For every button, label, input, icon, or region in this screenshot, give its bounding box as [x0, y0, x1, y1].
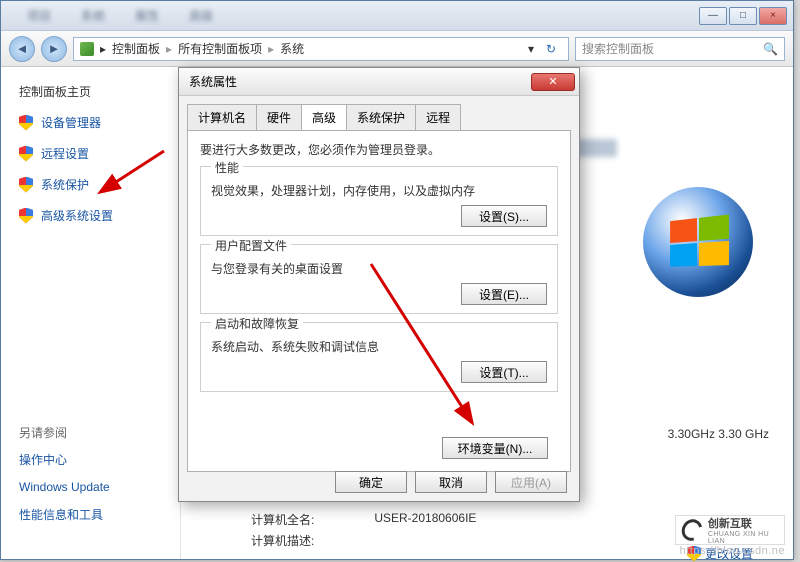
group-performance: 性能 视觉效果，处理器计划，内存使用，以及虚拟内存 设置(S)...	[200, 166, 558, 236]
shield-icon	[19, 208, 33, 224]
system-properties-dialog: 系统属性 ✕ 计算机名 硬件 高级 系统保护 远程 要进行大多数更改，您必须作为…	[178, 67, 580, 502]
admin-notice: 要进行大多数更改，您必须作为管理员登录。	[200, 141, 558, 158]
ok-button[interactable]: 确定	[335, 471, 407, 493]
search-placeholder: 搜索控制面板	[582, 40, 654, 57]
toolbar: ◄ ► ▸ 控制面板 ▸ 所有控制面板项 ▸ 系统 ▾ ↻ 搜索控制面板 🔍	[1, 31, 793, 67]
brand-c-icon	[678, 516, 706, 545]
startup-settings-button[interactable]: 设置(T)...	[461, 361, 547, 383]
profiles-settings-button[interactable]: 设置(E)...	[461, 283, 547, 305]
control-panel-window: 项目系统属性高级 — □ × ◄ ► ▸ 控制面板 ▸ 所有控制面板项 ▸ 系统…	[0, 0, 794, 560]
forward-button[interactable]: ►	[41, 36, 67, 62]
shield-icon	[19, 146, 33, 162]
tab-remote[interactable]: 远程	[415, 104, 461, 130]
group-user-profiles: 用户配置文件 与您登录有关的桌面设置 设置(E)...	[200, 244, 558, 314]
sidebar-item-advanced[interactable]: 高级系统设置	[19, 207, 180, 224]
tab-protection[interactable]: 系统保护	[346, 104, 416, 130]
breadcrumb-root[interactable]: 控制面板	[112, 40, 160, 57]
search-icon: 🔍	[763, 42, 778, 56]
shield-icon	[19, 177, 33, 193]
shield-icon	[19, 115, 33, 131]
cancel-button[interactable]: 取消	[415, 471, 487, 493]
dialog-button-row: 确定 取消 应用(A)	[335, 471, 567, 493]
sidebar-heading: 控制面板主页	[19, 83, 180, 100]
apply-button[interactable]: 应用(A)	[495, 471, 567, 493]
brand-logo: 创新互联 CHUANG XIN HU LIAN	[675, 515, 785, 545]
control-panel-icon	[80, 42, 94, 56]
tab-hardware[interactable]: 硬件	[256, 104, 302, 130]
watermark: https://blog.csdn.ne	[680, 545, 785, 557]
address-bar[interactable]: ▸ 控制面板 ▸ 所有控制面板项 ▸ 系统 ▾ ↻	[73, 37, 569, 61]
link-performance[interactable]: 性能信息和工具	[19, 506, 180, 523]
dialog-close-button[interactable]: ✕	[531, 73, 575, 91]
breadcrumb-leaf[interactable]: 系统	[280, 40, 304, 57]
maximize-button[interactable]: □	[729, 7, 757, 25]
titlebar-blur-text: 项目系统属性高级	[7, 7, 697, 24]
dialog-title: 系统属性	[189, 73, 237, 90]
computer-info: 计算机全名:USER-20180606IE 计算机描述:	[251, 511, 476, 553]
tab-advanced[interactable]: 高级	[301, 104, 347, 130]
link-action-center[interactable]: 操作中心	[19, 451, 180, 468]
link-windows-update[interactable]: Windows Update	[19, 480, 180, 494]
refresh-icon[interactable]: ↻	[540, 42, 562, 56]
dialog-titlebar[interactable]: 系统属性 ✕	[179, 68, 579, 96]
windows-logo	[643, 187, 753, 297]
sidebar: 控制面板主页 设备管理器 远程设置 系统保护 高级系统设置 另请参阅 操作中心 …	[1, 67, 181, 559]
sidebar-item-protection[interactable]: 系统保护	[19, 176, 180, 193]
window-titlebar: 项目系统属性高级 — □ ×	[1, 1, 793, 31]
breadcrumb-mid[interactable]: 所有控制面板项	[178, 40, 262, 57]
dialog-tabs: 计算机名 硬件 高级 系统保护 远程	[187, 104, 571, 130]
cpu-freq: 3.30GHz 3.30 GHz	[668, 427, 769, 441]
minimize-button[interactable]: —	[699, 7, 727, 25]
back-button[interactable]: ◄	[9, 36, 35, 62]
close-button[interactable]: ×	[759, 7, 787, 25]
sidebar-item-remote[interactable]: 远程设置	[19, 145, 180, 162]
performance-settings-button[interactable]: 设置(S)...	[461, 205, 547, 227]
tab-panel-advanced: 要进行大多数更改，您必须作为管理员登录。 性能 视觉效果，处理器计划，内存使用，…	[187, 130, 571, 472]
sidebar-item-device-manager[interactable]: 设备管理器	[19, 114, 180, 131]
see-also-heading: 另请参阅	[19, 424, 180, 441]
environment-variables-button[interactable]: 环境变量(N)...	[442, 437, 548, 459]
tab-computer-name[interactable]: 计算机名	[187, 104, 257, 130]
search-box[interactable]: 搜索控制面板 🔍	[575, 37, 785, 61]
group-startup-recovery: 启动和故障恢复 系统启动、系统失败和调试信息 设置(T)...	[200, 322, 558, 392]
